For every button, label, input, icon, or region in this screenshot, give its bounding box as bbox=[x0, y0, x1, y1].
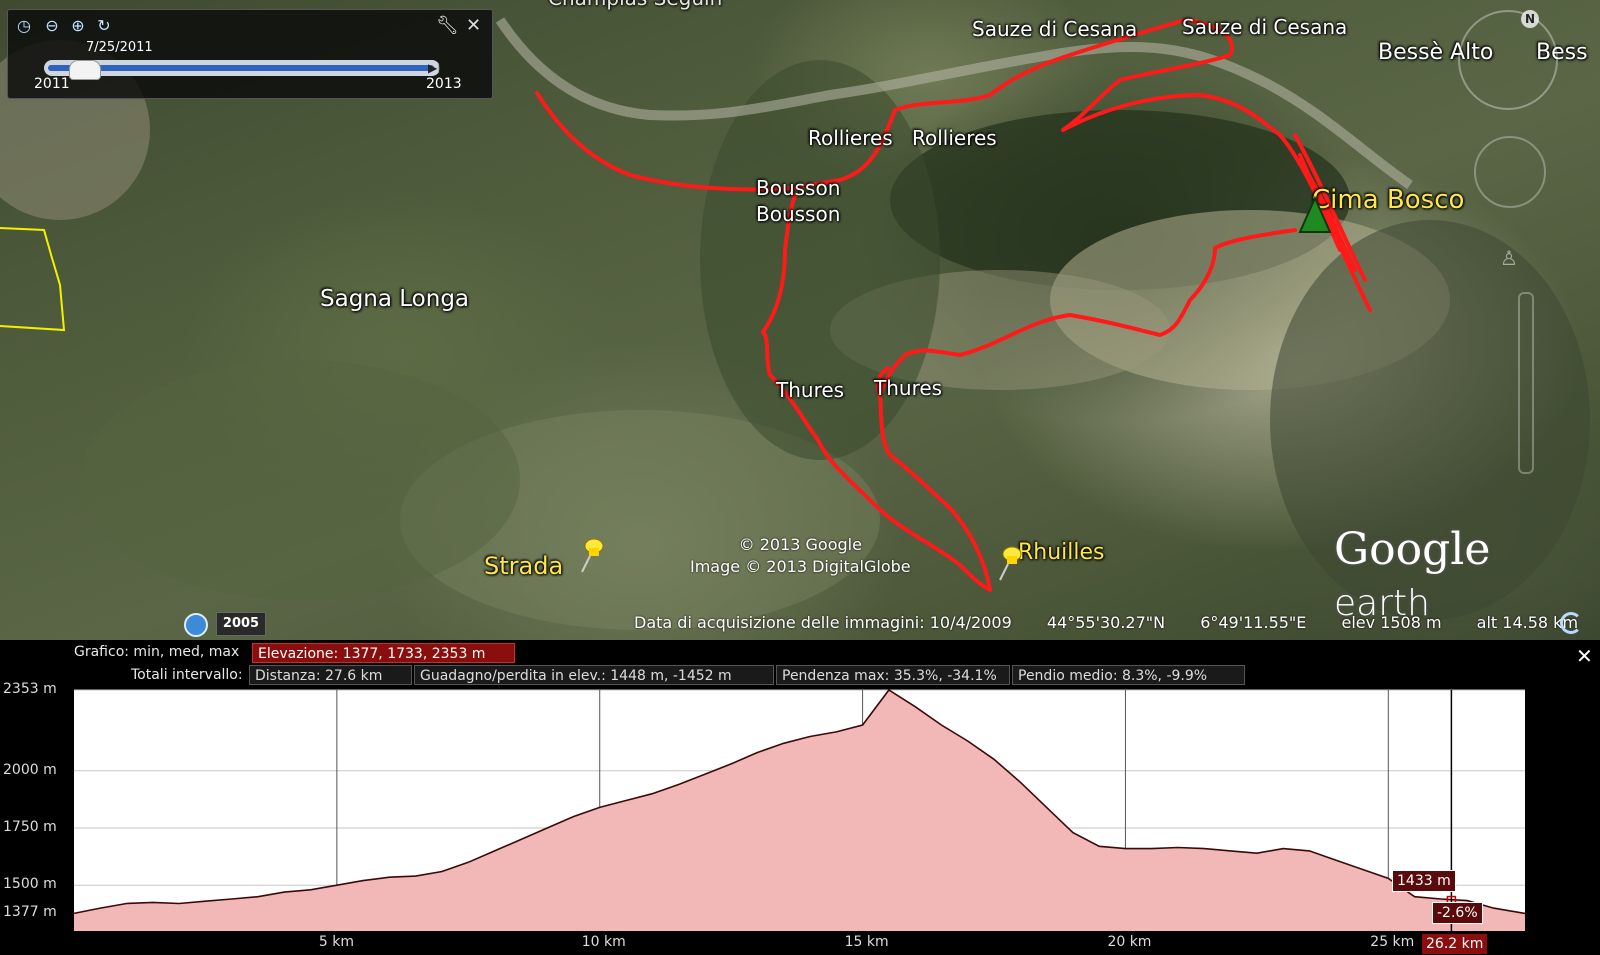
label-top-cut: Champlas Seguin bbox=[548, 0, 722, 10]
copyright-text: © 2013 Google Image © 2013 DigitalGlobe bbox=[690, 534, 911, 578]
status-acquisition-date: Data di acquisizione delle immagini: 10/… bbox=[634, 613, 1012, 632]
skip-forward-icon[interactable]: ▶| bbox=[428, 61, 441, 75]
elevation-chart[interactable] bbox=[0, 640, 1600, 955]
time-slider-end-year: 2013 bbox=[426, 76, 462, 92]
y-tick-label: 1750 m bbox=[3, 819, 57, 835]
y-tick-label: 2000 m bbox=[3, 761, 57, 778]
time-slider-fill bbox=[48, 65, 434, 71]
label-rhuilles[interactable]: Rhuilles bbox=[1018, 540, 1105, 565]
north-button[interactable]: N bbox=[1521, 10, 1539, 28]
x-tick-label: 20 km bbox=[1107, 934, 1152, 950]
label-sauze-2[interactable]: Sauze di Cesana bbox=[1182, 15, 1347, 39]
time-slider-panel: ◷ ⊖ ⊕ ↻ 7/25/2011 ▶| 2011 2013 🔧︎ ✕ bbox=[7, 9, 493, 99]
y-tick-label: 1500 m bbox=[3, 876, 57, 893]
close-icon[interactable]: ✕ bbox=[466, 15, 481, 36]
look-joystick[interactable] bbox=[1474, 136, 1546, 208]
map-view[interactable]: Champlas Seguin Sauze di Cesana Sauze di… bbox=[0, 0, 1600, 640]
label-sauze-1[interactable]: Sauze di Cesana bbox=[972, 17, 1137, 41]
x-tick-label: 25 km bbox=[1370, 934, 1415, 950]
wrench-icon[interactable]: 🔧︎ bbox=[436, 15, 459, 36]
label-bousson-1[interactable]: Bousson bbox=[756, 176, 840, 200]
zoom-in-icon[interactable]: ⊕ bbox=[68, 16, 88, 36]
historical-year-box[interactable]: 2005 bbox=[216, 612, 266, 636]
time-slider-handle[interactable] bbox=[68, 60, 101, 80]
status-longitude: 6°49'11.55"E bbox=[1200, 613, 1307, 632]
zoom-slider[interactable] bbox=[1518, 292, 1534, 474]
compass-ring[interactable] bbox=[1458, 10, 1558, 110]
label-bousson-2[interactable]: Bousson bbox=[756, 202, 840, 226]
label-sagna-longa[interactable]: Sagna Longa bbox=[320, 286, 469, 312]
logo-google: Google bbox=[1334, 524, 1491, 575]
label-rollieres-1[interactable]: Rollieres bbox=[808, 126, 893, 150]
cursor-elevation-value: 1433 m bbox=[1392, 870, 1456, 892]
label-rollieres-2[interactable]: Rollieres bbox=[912, 126, 997, 150]
pushpin-icon-strada[interactable] bbox=[576, 534, 606, 574]
refresh-icon[interactable]: ↻ bbox=[94, 16, 114, 36]
google-earth-logo: Google earth bbox=[1334, 524, 1600, 626]
historical-imagery-icon[interactable] bbox=[184, 613, 208, 637]
time-slider-date: 7/25/2011 bbox=[86, 40, 153, 55]
time-slider-start-year: 2011 bbox=[34, 76, 70, 92]
x-tick-label: 15 km bbox=[844, 934, 889, 950]
street-view-person-icon[interactable]: ♙ bbox=[1500, 246, 1518, 270]
time-slider-track[interactable] bbox=[44, 60, 440, 76]
status-bar: Data di acquisizione delle immagini: 10/… bbox=[634, 613, 1600, 632]
label-thures-2[interactable]: Thures bbox=[874, 376, 942, 400]
copyright-line-1: © 2013 Google bbox=[738, 535, 862, 554]
status-elevation: elev 1508 m bbox=[1341, 613, 1442, 632]
pushpin-icon-rhuilles[interactable] bbox=[994, 542, 1024, 582]
x-tick-label: 10 km bbox=[581, 934, 626, 950]
cursor-distance-value: 26.2 km bbox=[1422, 934, 1488, 954]
clock-icon[interactable]: ◷ bbox=[14, 16, 34, 36]
label-thures-1[interactable]: Thures bbox=[776, 378, 844, 402]
loading-spinner-icon bbox=[1560, 612, 1582, 634]
elevation-profile-panel: Grafico: min, med, max Elevazione: 1377,… bbox=[0, 640, 1600, 955]
y-tick-label: 1377 m bbox=[3, 904, 57, 921]
zoom-out-icon[interactable]: ⊖ bbox=[42, 16, 62, 36]
label-strada[interactable]: Strada bbox=[484, 552, 563, 580]
x-tick-label: 5 km bbox=[318, 934, 354, 950]
y-tick-label: 2353 m bbox=[3, 681, 57, 697]
summit-marker-icon[interactable] bbox=[1298, 196, 1332, 236]
cursor-gradient-value: -2.6% bbox=[1432, 902, 1483, 924]
region-boundary bbox=[0, 227, 66, 332]
label-cima-bosco[interactable]: Cima Bosco bbox=[1312, 185, 1464, 215]
status-latitude: 44°55'30.27"N bbox=[1046, 613, 1166, 632]
copyright-line-2: Image © 2013 DigitalGlobe bbox=[690, 557, 911, 576]
